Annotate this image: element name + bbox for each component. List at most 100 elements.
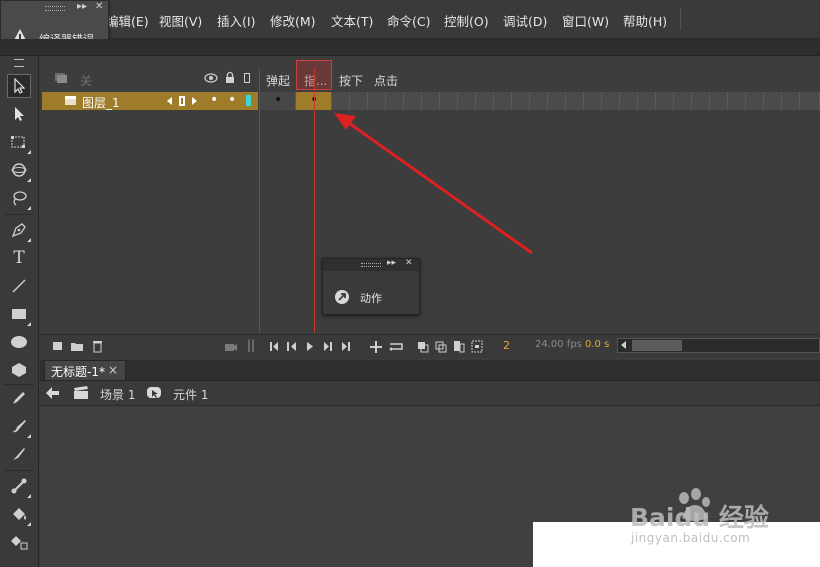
menu-view[interactable]: 视图(V) [159, 11, 202, 30]
panel-menu-icon[interactable] [14, 59, 24, 67]
frame-cell[interactable] [350, 92, 368, 110]
polystar-tool[interactable] [7, 358, 31, 382]
frame-cell[interactable] [800, 92, 820, 110]
frame-cell[interactable] [458, 92, 476, 110]
frame-cell[interactable] [368, 92, 386, 110]
trash-icon[interactable] [92, 340, 103, 353]
document-tab-label[interactable]: 无标题-1* [51, 363, 105, 380]
new-folder-icon[interactable] [70, 341, 84, 352]
menu-control[interactable]: 控制(O) [444, 11, 489, 30]
document-tab[interactable]: 无标题-1* × [44, 360, 126, 380]
frame-cell[interactable] [728, 92, 746, 110]
eye-icon[interactable] [204, 73, 218, 83]
frame-cell[interactable] [548, 92, 566, 110]
frame-cell[interactable] [602, 92, 620, 110]
actions-panel-titlebar[interactable]: ▸▸ ✕ [323, 258, 419, 271]
timeline-divider-grip[interactable]: || [247, 338, 255, 352]
frame-cell[interactable] [422, 92, 440, 110]
onion-skin-icons[interactable] [418, 340, 490, 353]
bone-tool[interactable] [7, 474, 31, 498]
free-transform-tool[interactable] [7, 130, 31, 154]
brush-tool[interactable] [7, 442, 31, 466]
pen-tool[interactable] [7, 218, 31, 242]
layer-visibility-dot[interactable]: • [210, 92, 218, 108]
layer-lock-dot[interactable]: • [228, 92, 236, 108]
close-icon[interactable]: ✕ [95, 1, 103, 12]
loop-icon[interactable] [370, 341, 410, 353]
frame-cell[interactable] [386, 92, 404, 110]
frame-cell[interactable] [440, 92, 458, 110]
oval-tool[interactable] [7, 330, 31, 354]
frame-cell[interactable] [674, 92, 692, 110]
breadcrumb-symbol[interactable]: 元件 1 [173, 386, 208, 403]
layer-outline-color[interactable] [246, 95, 251, 106]
camera-icon[interactable] [224, 342, 238, 352]
tool-flyout-icon [27, 206, 31, 210]
current-frame[interactable]: 2 [503, 339, 510, 352]
breadcrumb-scene[interactable]: 场景 1 [100, 386, 135, 403]
scroll-left-icon[interactable] [621, 341, 626, 349]
frame-cell[interactable] [692, 92, 710, 110]
frame-cell[interactable] [332, 92, 350, 110]
collapse-icon[interactable]: ▸▸ [387, 258, 396, 268]
subselection-tool[interactable] [7, 102, 31, 126]
layer-row[interactable]: 图层_1 • • [42, 92, 258, 110]
collapse-icon[interactable]: ▸▸ [77, 1, 87, 12]
menu-help[interactable]: 帮助(H) [623, 11, 667, 30]
scrollbar-thumb[interactable] [632, 340, 682, 351]
frame-cell[interactable] [494, 92, 512, 110]
frame-cell[interactable] [782, 92, 800, 110]
menu-debug[interactable]: 调试(D) [503, 11, 547, 30]
back-arrow-icon[interactable] [46, 387, 60, 399]
menu-modify[interactable]: 修改(M) [270, 11, 316, 30]
frame-cell[interactable] [710, 92, 728, 110]
menu-commands[interactable]: 命令(C) [387, 11, 430, 30]
motion-controls-icon[interactable] [166, 95, 200, 107]
pencil-tool[interactable] [7, 386, 31, 410]
frame-cell[interactable] [476, 92, 494, 110]
actions-label[interactable]: 动作 [360, 290, 382, 306]
paint-brush-tool[interactable] [7, 414, 31, 438]
ink-bottle-tool[interactable] [7, 530, 31, 554]
selection-tool[interactable] [7, 74, 31, 98]
frame-cell[interactable] [566, 92, 584, 110]
rectangle-tool[interactable] [7, 302, 31, 326]
panel-bar [0, 39, 820, 56]
panel-grip-icon[interactable] [361, 263, 381, 267]
close-icon[interactable]: ✕ [405, 258, 413, 268]
layer-name[interactable]: 图层_1 [82, 94, 120, 111]
frame-cell[interactable] [638, 92, 656, 110]
3d-rotation-tool[interactable] [7, 158, 31, 182]
text-tool[interactable]: T [7, 246, 31, 270]
frame-cell[interactable] [530, 92, 548, 110]
frame-cell[interactable] [656, 92, 674, 110]
menu-insert[interactable]: 插入(I) [217, 11, 255, 30]
actions-panel[interactable]: ▸▸ ✕ 动作 [322, 258, 420, 315]
lasso-tool[interactable] [7, 186, 31, 210]
tool-divider [4, 384, 34, 385]
frame-cell[interactable] [584, 92, 602, 110]
elapsed-time[interactable]: 0.0 s [585, 339, 609, 350]
panel-grip-icon[interactable] [45, 6, 65, 11]
menu-text[interactable]: 文本(T) [331, 11, 373, 30]
line-tool[interactable] [7, 274, 31, 298]
paint-bucket-tool[interactable] [7, 502, 31, 526]
paint-bucket-icon [13, 508, 26, 520]
outline-icon[interactable] [244, 73, 250, 83]
lock-icon[interactable] [224, 71, 236, 84]
frame-cell[interactable] [404, 92, 422, 110]
frame-cell[interactable] [764, 92, 782, 110]
pencil-icon [13, 392, 25, 404]
playback-controls-icon[interactable] [270, 342, 380, 352]
frame-cell[interactable] [620, 92, 638, 110]
frame-cell[interactable] [512, 92, 530, 110]
timeline-horizontal-scrollbar[interactable] [617, 338, 820, 353]
keyframe-up[interactable]: • [274, 92, 282, 108]
frame-cell[interactable] [746, 92, 764, 110]
tab-close-icon[interactable]: × [108, 363, 118, 377]
frame-rate[interactable]: 24.00 fps [535, 339, 582, 350]
menu-edit[interactable]: 编辑(E) [106, 11, 149, 30]
menu-window[interactable]: 窗口(W) [562, 11, 609, 30]
tool-flyout-icon [27, 178, 31, 182]
new-layer-icon[interactable] [52, 341, 64, 352]
